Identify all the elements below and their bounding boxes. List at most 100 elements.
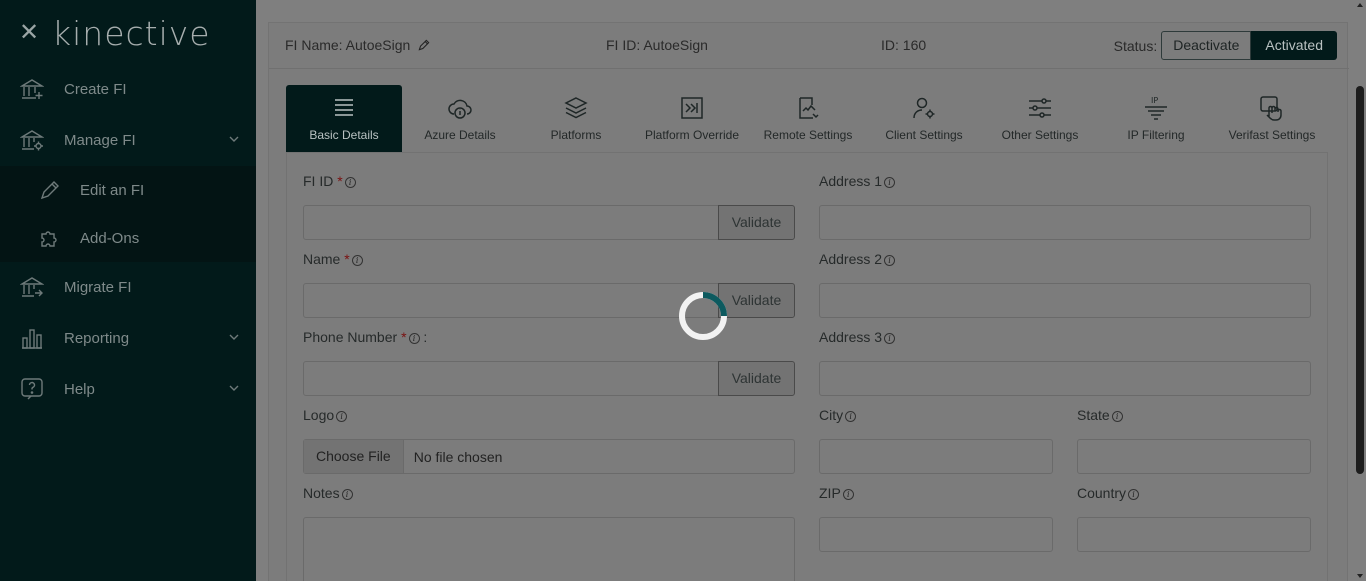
info-icon[interactable]: i (344, 177, 356, 188)
name-label-text: Name (303, 251, 341, 267)
chevron-down-icon (229, 136, 239, 142)
fi-name-text: FI Name: AutoeSign (285, 37, 411, 53)
logo-file-input[interactable]: Choose File No file chosen (303, 439, 795, 474)
chevron-down-icon (229, 385, 239, 391)
country-label: Country i (1077, 485, 1140, 501)
fi-id-label: FI ID * i (303, 173, 356, 189)
info-icon[interactable]: i (351, 255, 363, 266)
sidebar-item-reporting[interactable]: Reporting (0, 313, 256, 364)
fi-id-validate-button[interactable]: Validate (718, 205, 795, 240)
tab-azure-details[interactable]: Azure Details (402, 85, 518, 152)
tab-label: Client Settings (885, 128, 963, 142)
pencil-icon (40, 181, 59, 200)
required-mark: * (344, 251, 350, 267)
sidebar-item-add-ons[interactable]: Add-Ons (0, 214, 256, 262)
info-icon[interactable]: i (884, 255, 896, 266)
address-1-label-text: Address 1 (819, 173, 883, 189)
sidebar-item-create-fi[interactable]: Create FI (0, 64, 256, 115)
sidebar-item-label: Create FI (64, 81, 127, 98)
info-icon[interactable]: i (1128, 489, 1140, 500)
tab-verifast-settings[interactable]: Verifast Settings (1214, 85, 1330, 152)
tab-ip-filtering[interactable]: IP IP Filtering (1098, 85, 1214, 152)
fi-detail-card: FI Name: AutoeSign FI ID: AutoeSign ID: … (268, 22, 1349, 581)
name-validate-button[interactable]: Validate (718, 283, 795, 318)
activated-button[interactable]: Activated (1251, 31, 1337, 60)
scroll-down-arrow-icon[interactable] (1357, 574, 1363, 578)
list-icon (335, 99, 353, 116)
address-2-input[interactable] (819, 283, 1311, 318)
country-input[interactable] (1077, 517, 1311, 552)
no-file-text: No file chosen (413, 448, 503, 465)
phone-number-input[interactable] (303, 361, 719, 396)
address-2-label-text: Address 2 (819, 251, 883, 267)
sidebar-item-label: Migrate FI (64, 279, 132, 296)
notes-textarea[interactable] (303, 517, 795, 581)
sidebar-item-manage-fi[interactable]: Manage FI (0, 115, 256, 166)
phone-label-colon: : (423, 329, 428, 345)
tab-client-settings[interactable]: Client Settings (866, 85, 982, 152)
help-icon (21, 378, 43, 400)
user-gear-icon (913, 97, 935, 119)
deactivate-button[interactable]: Deactivate (1161, 31, 1252, 60)
fi-id-input[interactable] (303, 205, 719, 240)
info-icon[interactable]: i (884, 333, 896, 344)
state-label: State i (1077, 407, 1123, 423)
logo-label: Logo i (303, 407, 348, 423)
status-label: Status: (1113, 37, 1158, 54)
sidebar-item-help[interactable]: Help (0, 364, 256, 415)
tab-platform-override[interactable]: Platform Override (634, 85, 750, 152)
info-icon[interactable]: i (884, 177, 896, 188)
address-3-input[interactable] (819, 361, 1311, 396)
sidebar-item-label: Reporting (64, 330, 130, 347)
tab-remote-settings[interactable]: Remote Settings (750, 85, 866, 152)
tab-basic-details[interactable]: Basic Details (286, 85, 402, 152)
logo-label-text: Logo (303, 407, 335, 423)
manage-fi-submenu: Edit an FI Add-Ons (0, 166, 256, 262)
layers-icon (564, 97, 588, 119)
choose-file-button[interactable]: Choose File (304, 440, 404, 473)
sidebar-item-label: Add-Ons (80, 229, 140, 247)
info-icon[interactable]: i (408, 333, 420, 344)
bank-plus-icon (20, 79, 44, 99)
notes-label: Notes i (303, 485, 353, 501)
basic-details-form: FI ID * i Validate Name * i Validate Phone… (286, 152, 1328, 581)
info-icon[interactable]: i (842, 489, 854, 500)
cloud-info-icon (448, 99, 472, 119)
remote-doc-icon (799, 97, 819, 119)
city-label: City i (819, 407, 857, 423)
scroll-up-arrow-icon[interactable] (1357, 3, 1363, 7)
bank-arrow-icon (20, 277, 44, 297)
info-icon[interactable]: i (341, 489, 353, 500)
tab-label: IP Filtering (1127, 128, 1185, 142)
tab-label: Azure Details (424, 128, 496, 142)
info-icon[interactable]: i (336, 411, 348, 422)
close-icon[interactable]: ✕ (18, 21, 40, 45)
zip-label: ZIP i (819, 485, 854, 501)
tab-other-settings[interactable]: Other Settings (982, 85, 1098, 152)
phone-label-text: Phone Number (303, 329, 398, 345)
address-1-input[interactable] (819, 205, 1311, 240)
hand-touch-icon (1260, 96, 1282, 121)
sidebar-nav: Create FI Manage FI Edit an FI Add-Ons M… (0, 64, 256, 415)
fi-name: FI Name: AutoeSign (285, 37, 431, 53)
info-icon[interactable]: i (845, 411, 857, 422)
state-input[interactable] (1077, 439, 1311, 474)
svg-text:IP: IP (1151, 96, 1158, 105)
sidebar-item-edit-an-fi[interactable]: Edit an FI (0, 166, 256, 214)
edit-pencil-icon[interactable] (417, 38, 431, 52)
address-3-label: Address 3i (819, 329, 896, 345)
city-input[interactable] (819, 439, 1053, 474)
phone-validate-button[interactable]: Validate (718, 361, 795, 396)
sliders-icon (1029, 98, 1051, 118)
brand-logo: kinective (52, 14, 211, 53)
sidebar-item-migrate-fi[interactable]: Migrate FI (0, 262, 256, 313)
zip-input[interactable] (819, 517, 1053, 552)
page-scrollbar[interactable] (1354, 0, 1366, 581)
required-mark: * (401, 329, 407, 345)
info-icon[interactable]: i (1111, 411, 1123, 422)
tab-platforms[interactable]: Platforms (518, 85, 634, 152)
scrollbar-thumb[interactable] (1356, 86, 1364, 474)
bar-chart-icon (22, 329, 42, 349)
name-input[interactable] (303, 283, 719, 318)
city-label-text: City (819, 407, 844, 423)
